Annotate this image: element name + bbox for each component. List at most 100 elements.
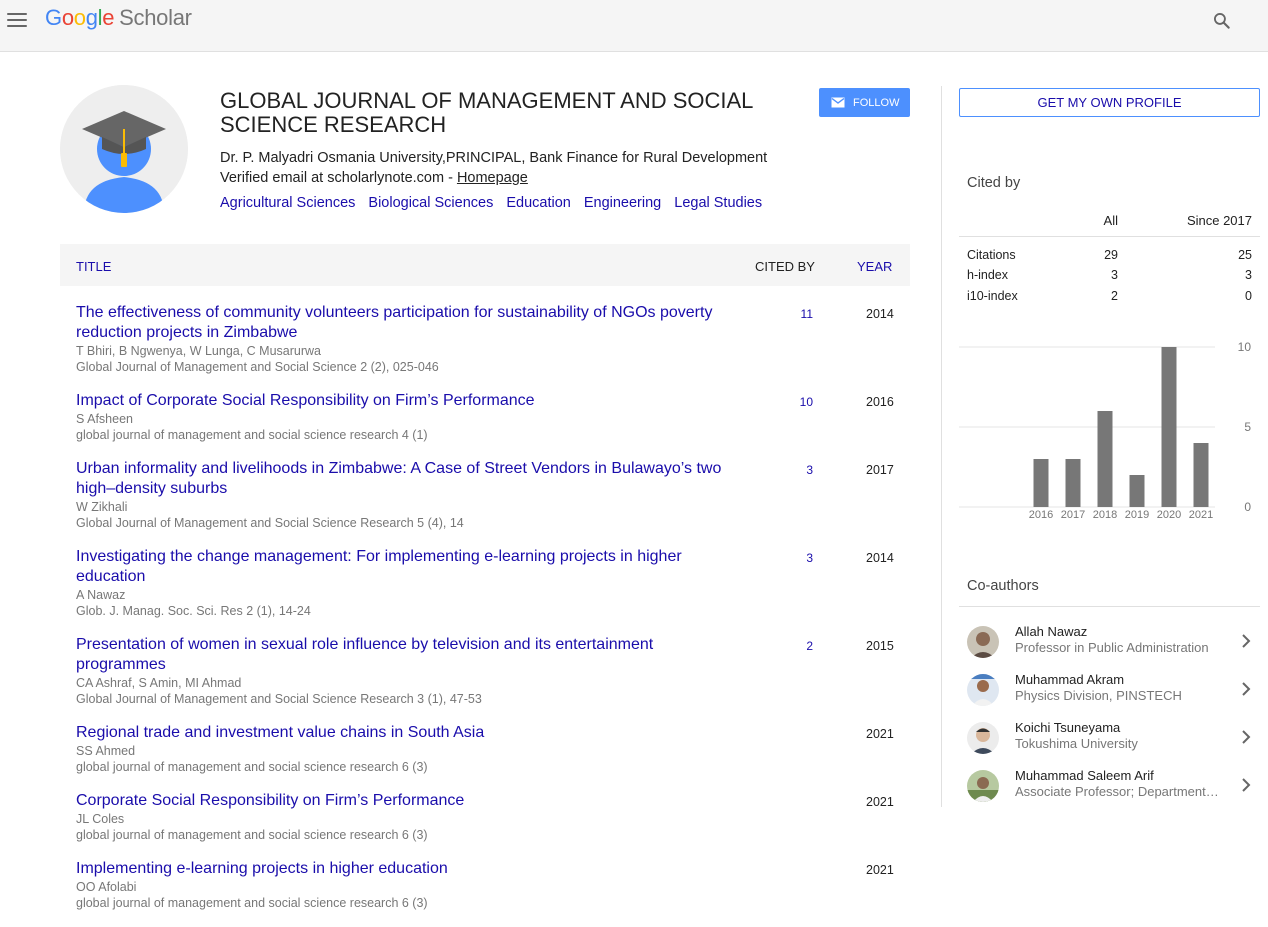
interest-link-legal-studies[interactable]: Legal Studies [674, 195, 762, 211]
follow-button[interactable]: FOLLOW [819, 88, 910, 117]
article-title-link[interactable]: Regional trade and investment value chai… [76, 723, 736, 743]
chevron-right-icon[interactable] [1240, 680, 1252, 698]
table-row: Presentation of women in sexual role inf… [60, 635, 910, 723]
coauthor-name[interactable]: Allah Nawaz [1015, 624, 1087, 639]
coauthor-item[interactable]: Koichi Tsuneyama Tokushima University [959, 720, 1260, 764]
x-tick-label: 2019 [1125, 509, 1149, 520]
follow-label: FOLLOW [853, 96, 900, 109]
sort-by-title[interactable]: TITLE [76, 259, 111, 274]
coauthors-divider [959, 606, 1260, 607]
article-year: 2015 [866, 639, 894, 653]
chevron-right-icon[interactable] [1240, 728, 1252, 746]
article-authors: W Zikhali [76, 500, 128, 514]
metric-since: 3 [1245, 268, 1252, 282]
coauthor-affiliation: Physics Division, PINSTECH [1015, 688, 1182, 703]
metric-all: 3 [1111, 268, 1118, 282]
coauthor-name[interactable]: Koichi Tsuneyama [1015, 720, 1120, 735]
article-authors: CA Ashraf, S Amin, MI Ahmad [76, 676, 242, 690]
coauthor-avatar [967, 674, 999, 706]
interest-link-biological-sciences[interactable]: Biological Sciences [368, 195, 493, 211]
chart-bar-2019[interactable] [1129, 475, 1145, 507]
google-wordmark: Google [45, 5, 114, 30]
default-avatar-icon [60, 85, 188, 213]
coauthors-heading: Co-authors [967, 578, 1039, 594]
coauthor-name[interactable]: Muhammad Saleem Arif [1015, 768, 1154, 783]
article-authors: SS Ahmed [76, 744, 136, 758]
logo-letter: g [85, 5, 98, 30]
metric-row-h-index: h-index 3 3 [959, 268, 1260, 288]
interest-link-education[interactable]: Education [506, 195, 571, 211]
cited-by-header[interactable]: CITED BY [755, 259, 815, 274]
metric-row-i10-index: i10-index 2 0 [959, 289, 1260, 309]
metric-row-citations: Citations 29 25 [959, 248, 1260, 268]
cited-by-table-header: All Since 2017 [959, 206, 1260, 237]
chart-bar-2016[interactable] [1033, 459, 1049, 507]
article-venue: global journal of management and social … [76, 760, 428, 774]
chart-bar-2017[interactable] [1065, 459, 1081, 507]
article-year: 2014 [866, 551, 894, 565]
cited-by-count-link[interactable]: 3 [806, 463, 813, 477]
article-title-link[interactable]: Implementing e-learning projects in high… [76, 859, 736, 879]
metric-since: 0 [1245, 289, 1252, 303]
article-title-link[interactable]: Impact of Corporate Social Responsibilit… [76, 391, 736, 411]
profile-avatar [60, 85, 188, 213]
article-venue: Global Journal of Management and Social … [76, 360, 439, 374]
article-year: 2021 [866, 795, 894, 809]
table-row: Regional trade and investment value chai… [60, 723, 910, 791]
get-my-own-profile-button[interactable]: GET MY OWN PROFILE [959, 88, 1260, 117]
x-tick-label: 2021 [1189, 509, 1213, 520]
interest-link-engineering[interactable]: Engineering [584, 195, 661, 211]
coauthor-item[interactable]: Muhammad Saleem Arif Associate Professor… [959, 768, 1260, 812]
metric-since: 25 [1238, 248, 1252, 262]
coauthor-item[interactable]: Allah Nawaz Professor in Public Administ… [959, 624, 1260, 668]
chevron-right-icon[interactable] [1240, 776, 1252, 794]
article-year: 2014 [866, 307, 894, 321]
cited-by-count-link[interactable]: 11 [801, 307, 813, 321]
search-icon[interactable] [1212, 11, 1232, 31]
article-authors: A Nawaz [76, 588, 126, 602]
x-tick-label: 2016 [1029, 509, 1053, 520]
chevron-right-icon[interactable] [1240, 632, 1252, 650]
coauthor-avatar [967, 626, 999, 658]
article-authors: JL Coles [76, 812, 125, 826]
article-title-link[interactable]: Urban informality and livelihoods in Zim… [76, 459, 736, 499]
profile-name: GLOBAL JOURNAL OF MANAGEMENT AND SOCIAL … [220, 88, 753, 137]
metric-label: h-index [967, 268, 1008, 282]
articles-table-header: TITLE CITED BY YEAR [60, 244, 910, 286]
article-authors: S Afsheen [76, 412, 133, 426]
metric-all: 29 [1104, 248, 1118, 262]
profile-affiliation: Dr. P. Malyadri Osmania University,PRINC… [220, 150, 768, 166]
article-title-link[interactable]: The effectiveness of community volunteer… [76, 303, 736, 343]
sort-by-year[interactable]: YEAR [857, 259, 892, 274]
article-title-link[interactable]: Investigating the change management: For… [76, 547, 736, 587]
cited-by-heading: Cited by [967, 175, 1021, 191]
google-scholar-logo[interactable]: Google Scholar [45, 5, 192, 31]
logo-letter: e [102, 5, 115, 30]
coauthor-avatar [967, 722, 999, 754]
article-venue: global journal of management and social … [76, 428, 428, 442]
x-tick-label: 2020 [1157, 509, 1181, 520]
table-row: Investigating the change management: For… [60, 547, 910, 635]
article-title-link[interactable]: Presentation of women in sexual role inf… [76, 635, 736, 675]
interest-link-agricultural-sciences[interactable]: Agricultural Sciences [220, 195, 355, 211]
cited-by-count-link[interactable]: 2 [806, 639, 813, 653]
x-tick-label: 2017 [1061, 509, 1085, 520]
chart-bar-2018[interactable] [1097, 411, 1113, 507]
coauthor-name[interactable]: Muhammad Akram [1015, 672, 1124, 687]
coauthor-affiliation: Professor in Public Administration [1015, 640, 1209, 655]
scholar-wordmark: Scholar [119, 5, 192, 30]
y-tick-label: 5 [1244, 420, 1251, 434]
homepage-link[interactable]: Homepage [457, 170, 528, 186]
table-row: Corporate Social Responsibility on Firm’… [60, 791, 910, 859]
chart-bar-2021[interactable] [1193, 443, 1209, 507]
hamburger-menu-icon[interactable] [7, 12, 27, 28]
coauthor-item[interactable]: Muhammad Akram Physics Division, PINSTEC… [959, 672, 1260, 716]
cited-by-count-link[interactable]: 3 [806, 551, 813, 565]
article-title-link[interactable]: Corporate Social Responsibility on Firm’… [76, 791, 736, 811]
column-divider [941, 86, 942, 807]
research-interests: Agricultural Sciences Biological Sciences… [220, 195, 775, 211]
chart-bar-2020[interactable] [1161, 347, 1177, 507]
top-app-bar: Google Scholar [0, 0, 1268, 52]
metric-label: i10-index [967, 289, 1018, 303]
cited-by-count-link[interactable]: 10 [800, 395, 813, 409]
